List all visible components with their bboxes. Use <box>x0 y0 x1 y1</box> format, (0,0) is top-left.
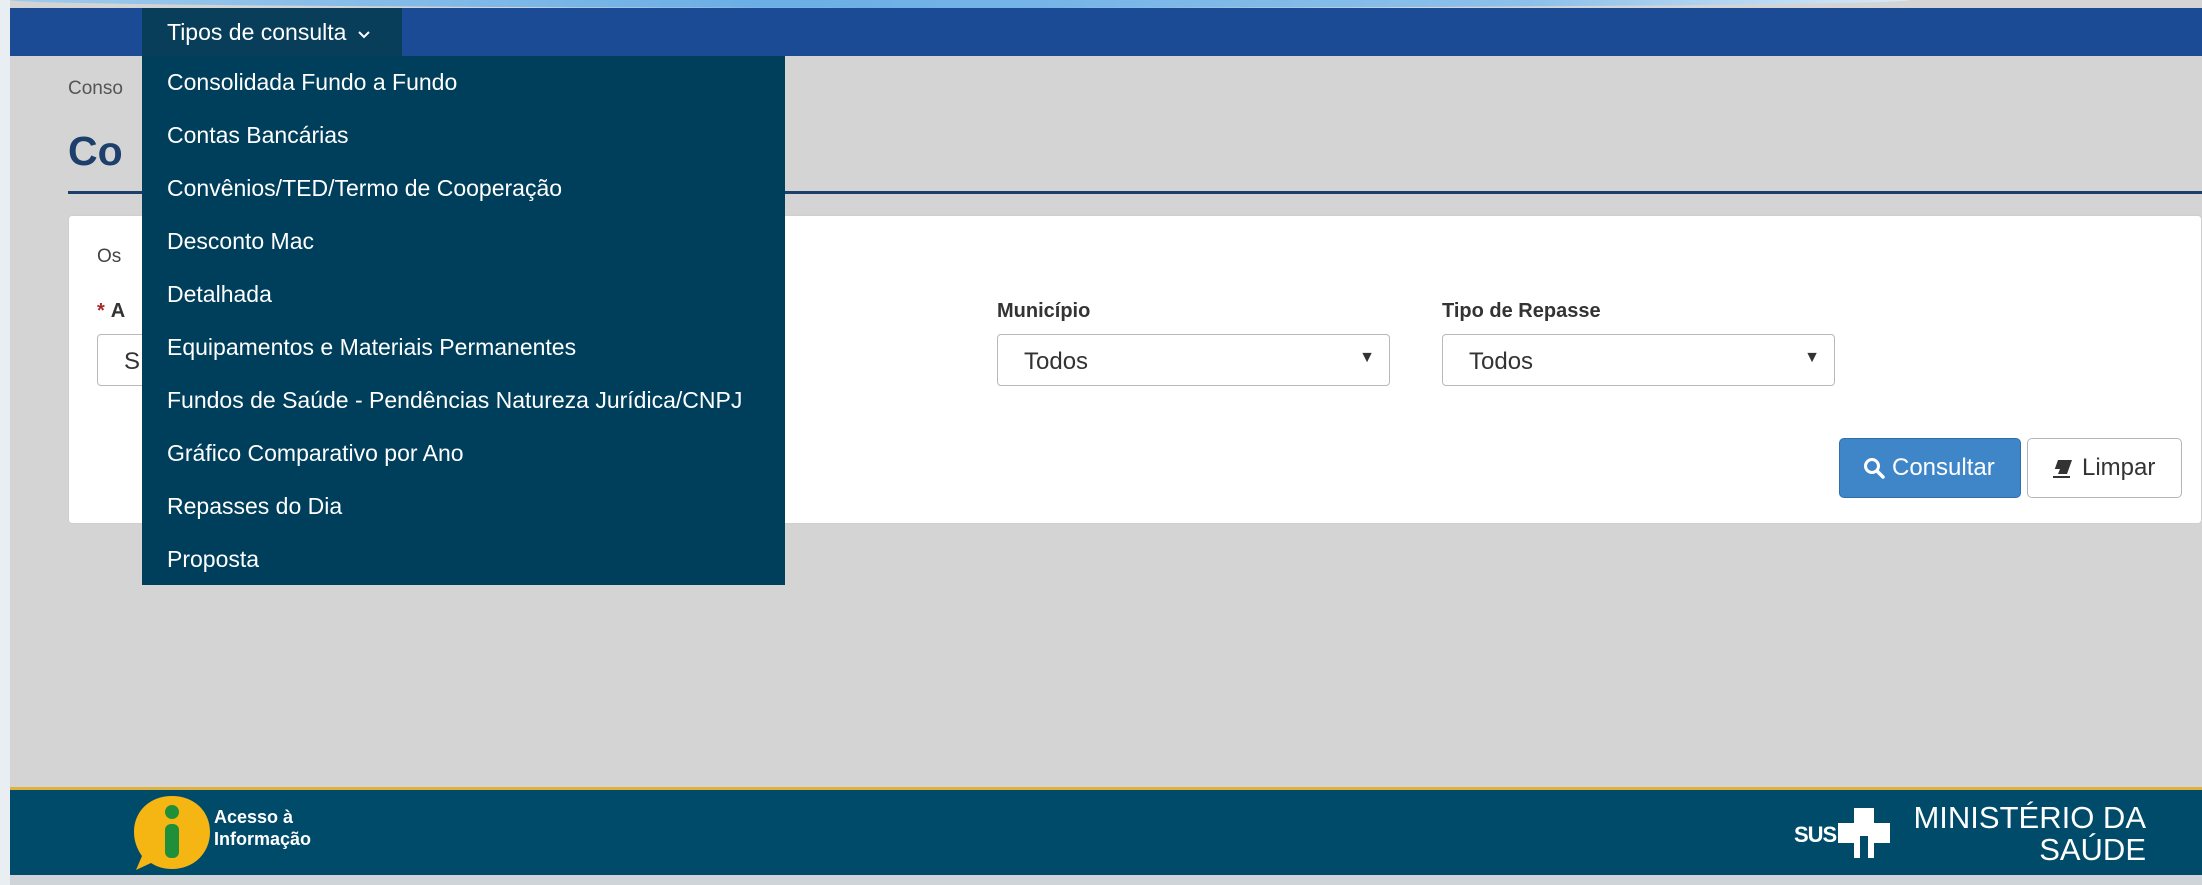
ministry-line2: SAÚDE <box>2039 832 2146 867</box>
acesso-informacao-link[interactable]: Acesso à Informação <box>214 806 311 850</box>
page-title: Co <box>68 128 123 174</box>
acesso-informacao-icon[interactable] <box>130 790 215 875</box>
municipio-label: Município <box>997 300 1091 322</box>
menu-item-equipamentos[interactable]: Equipamentos e Materiais Permanentes <box>167 334 576 361</box>
tipos-de-consulta-label: Tipos de consulta <box>167 19 371 46</box>
breadcrumb[interactable]: Conso <box>68 78 123 100</box>
required-asterisk: * <box>97 300 105 322</box>
acesso-informacao-line1: Acesso à <box>214 807 294 827</box>
menu-item-fundos-de-saude[interactable]: Fundos de Saúde - Pendências Natureza Ju… <box>167 387 742 414</box>
menu-item-contas-bancarias[interactable]: Contas Bancárias <box>167 122 349 149</box>
menu-item-convenios[interactable]: Convênios/TED/Termo de Cooperação <box>167 175 562 202</box>
ministry-line1: MINISTÉRIO DA <box>1913 800 2146 835</box>
window-edge <box>0 0 10 885</box>
menu-item-detalhada[interactable]: Detalhada <box>167 281 272 308</box>
menu-item-consolidada[interactable]: Consolidada Fundo a Fundo <box>167 69 457 96</box>
limpar-button-label: Limpar <box>2082 454 2156 481</box>
required-select-value: S <box>124 348 141 375</box>
footer-bottom-strip <box>10 875 2202 885</box>
tipo-repasse-label: Tipo de Repasse <box>1442 300 1601 322</box>
consultar-button[interactable]: Consultar <box>1839 438 2021 498</box>
menu-item-desconto-mac[interactable]: Desconto Mac <box>167 228 314 255</box>
chevron-down-icon: ▼ <box>1359 349 1375 366</box>
required-field-label: * A <box>97 300 125 323</box>
ministerio-da-saude-logo: MINISTÉRIO DA SAÚDE <box>1913 802 2146 866</box>
search-icon <box>1864 458 1885 479</box>
municipio-select[interactable]: Todos ▼ <box>997 334 1390 386</box>
tipo-repasse-select[interactable]: Todos ▼ <box>1442 334 1835 386</box>
menu-item-grafico-comparativo[interactable]: Gráfico Comparativo por Ano <box>167 440 464 467</box>
consultar-button-label: Consultar <box>1892 454 1995 481</box>
chevron-down-icon <box>358 31 370 39</box>
chevron-down-icon: ▼ <box>1804 349 1820 366</box>
panel-note: Os <box>97 246 122 267</box>
tipos-de-consulta-dropdown: Consolidada Fundo a Fundo Contas Bancári… <box>142 56 785 585</box>
municipio-select-value: Todos <box>1024 348 1089 375</box>
header-glow <box>10 0 1910 8</box>
required-field-label-text: A <box>110 300 126 322</box>
menu-item-proposta[interactable]: Proposta <box>167 546 259 573</box>
tipos-de-consulta-menu-toggle[interactable]: Tipos de consulta <box>142 8 402 56</box>
sus-cross-icon <box>1838 808 1890 858</box>
eraser-icon <box>2053 460 2072 478</box>
sus-label: SUS <box>1794 822 1837 847</box>
page: Conso Co Os *A S ▼ Município Todos ▼ Tip… <box>10 0 2202 885</box>
menu-item-repasses-do-dia[interactable]: Repasses do Dia <box>167 493 342 520</box>
limpar-button[interactable]: Limpar <box>2027 438 2182 498</box>
acesso-informacao-line2: Informação <box>214 829 312 849</box>
tipo-repasse-select-value: Todos <box>1469 348 1534 375</box>
